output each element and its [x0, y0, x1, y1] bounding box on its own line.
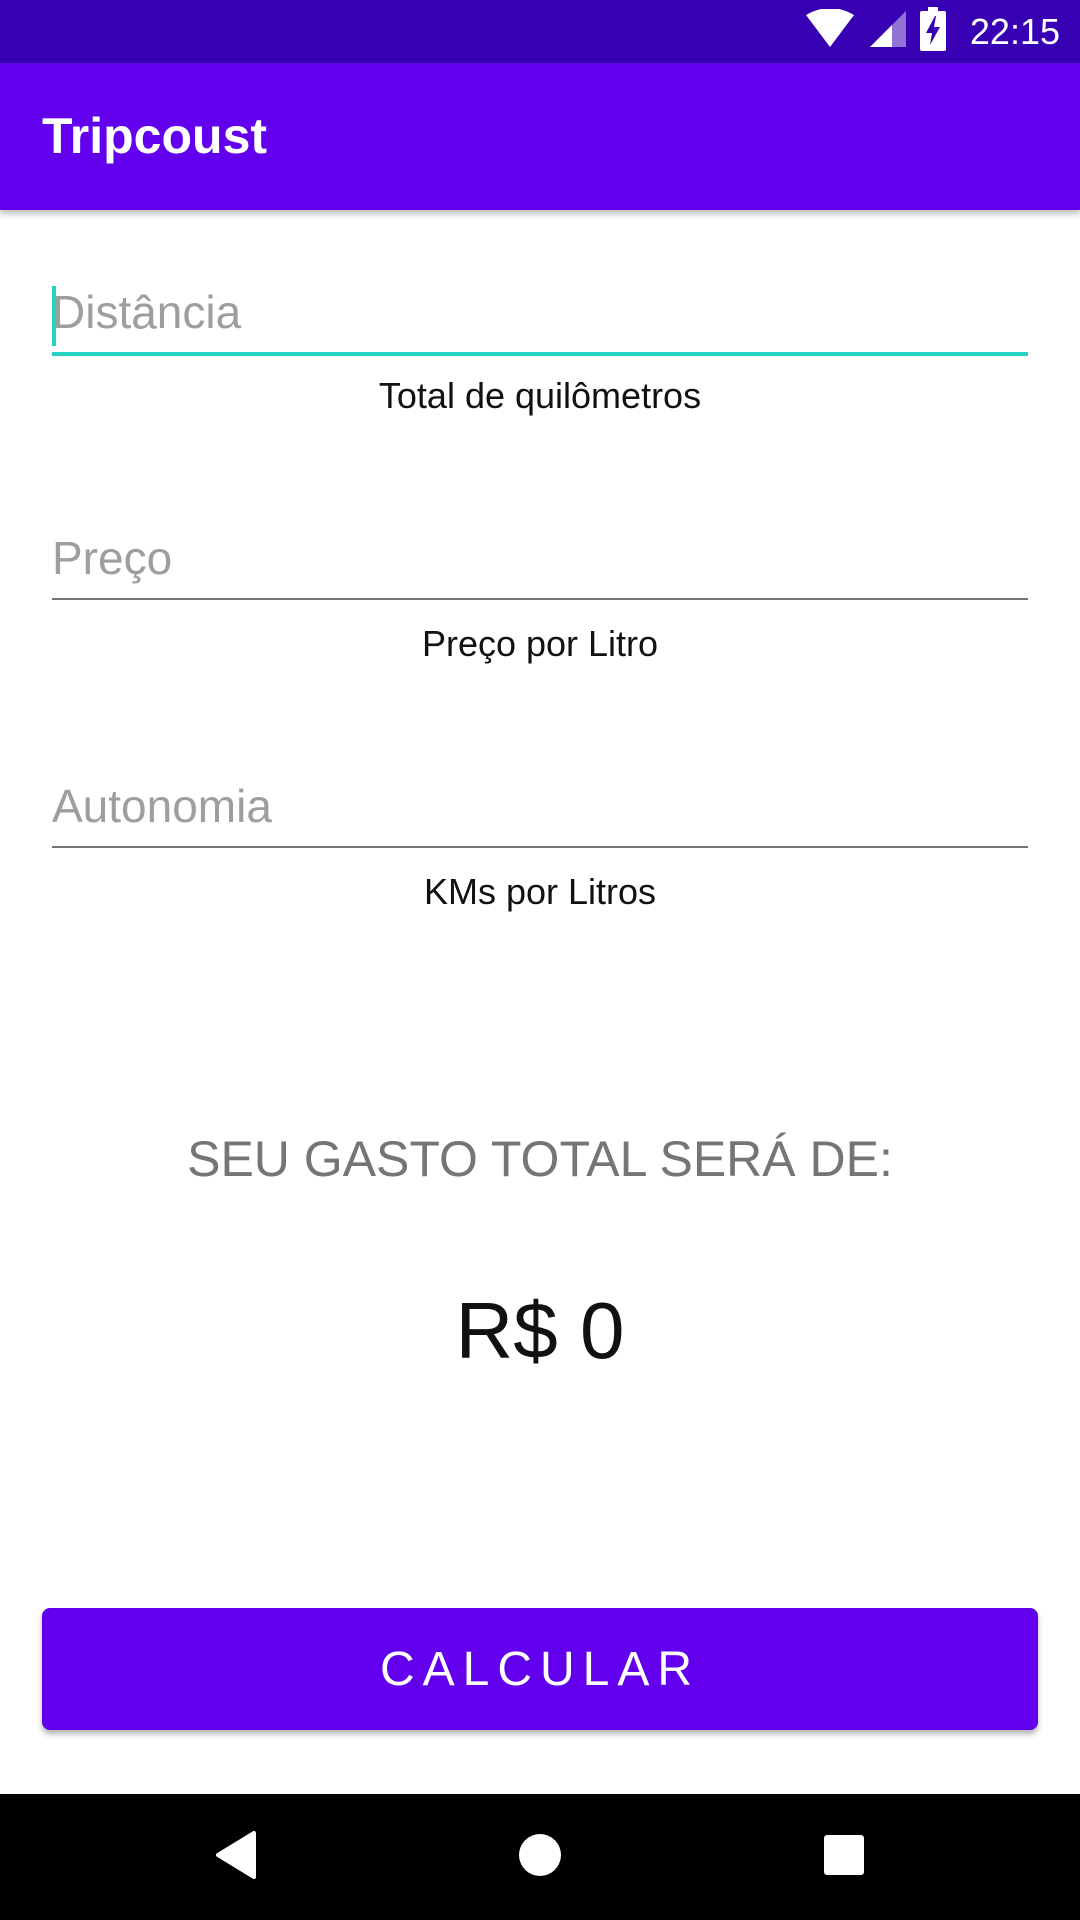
- battery-charging-icon: [919, 7, 946, 56]
- calculate-button[interactable]: CALCULAR: [42, 1608, 1038, 1730]
- autonomy-input[interactable]: [52, 766, 1028, 846]
- price-input[interactable]: [52, 518, 1028, 598]
- text-cursor: [52, 286, 56, 346]
- distance-field[interactable]: [52, 272, 1028, 356]
- distance-helper-text: Total de quilômetros: [378, 375, 702, 416]
- price-field[interactable]: [52, 518, 1028, 600]
- total-value: R$ 0: [455, 1286, 625, 1375]
- cell-signal-icon: [868, 9, 906, 54]
- autonomy-field[interactable]: [52, 766, 1028, 848]
- nav-back-button[interactable]: [176, 1794, 296, 1920]
- price-underline: [52, 598, 1028, 600]
- nav-home-button[interactable]: [480, 1794, 600, 1920]
- status-bar: 22:15: [0, 0, 1080, 63]
- recents-icon: [823, 1834, 865, 1881]
- app-bar: Tripcoust: [0, 63, 1080, 210]
- status-time: 22:15: [969, 10, 1060, 52]
- status-icons: 22:15: [805, 0, 1060, 63]
- wifi-icon: [805, 8, 854, 54]
- total-label: SEU GASTO TOTAL SERÁ DE:: [187, 1131, 893, 1187]
- autonomy-helper-text: KMs por Litros: [423, 871, 657, 912]
- home-icon: [517, 1832, 563, 1883]
- navigation-bar: [0, 1794, 1080, 1920]
- distance-underline: [52, 352, 1028, 356]
- app-title: Tripcoust: [42, 108, 268, 164]
- nav-recents-button[interactable]: [784, 1794, 904, 1920]
- autonomy-underline: [52, 846, 1028, 848]
- price-helper-text: Preço por Litro: [421, 623, 659, 664]
- distance-input[interactable]: [52, 272, 1028, 352]
- back-icon: [214, 1830, 258, 1884]
